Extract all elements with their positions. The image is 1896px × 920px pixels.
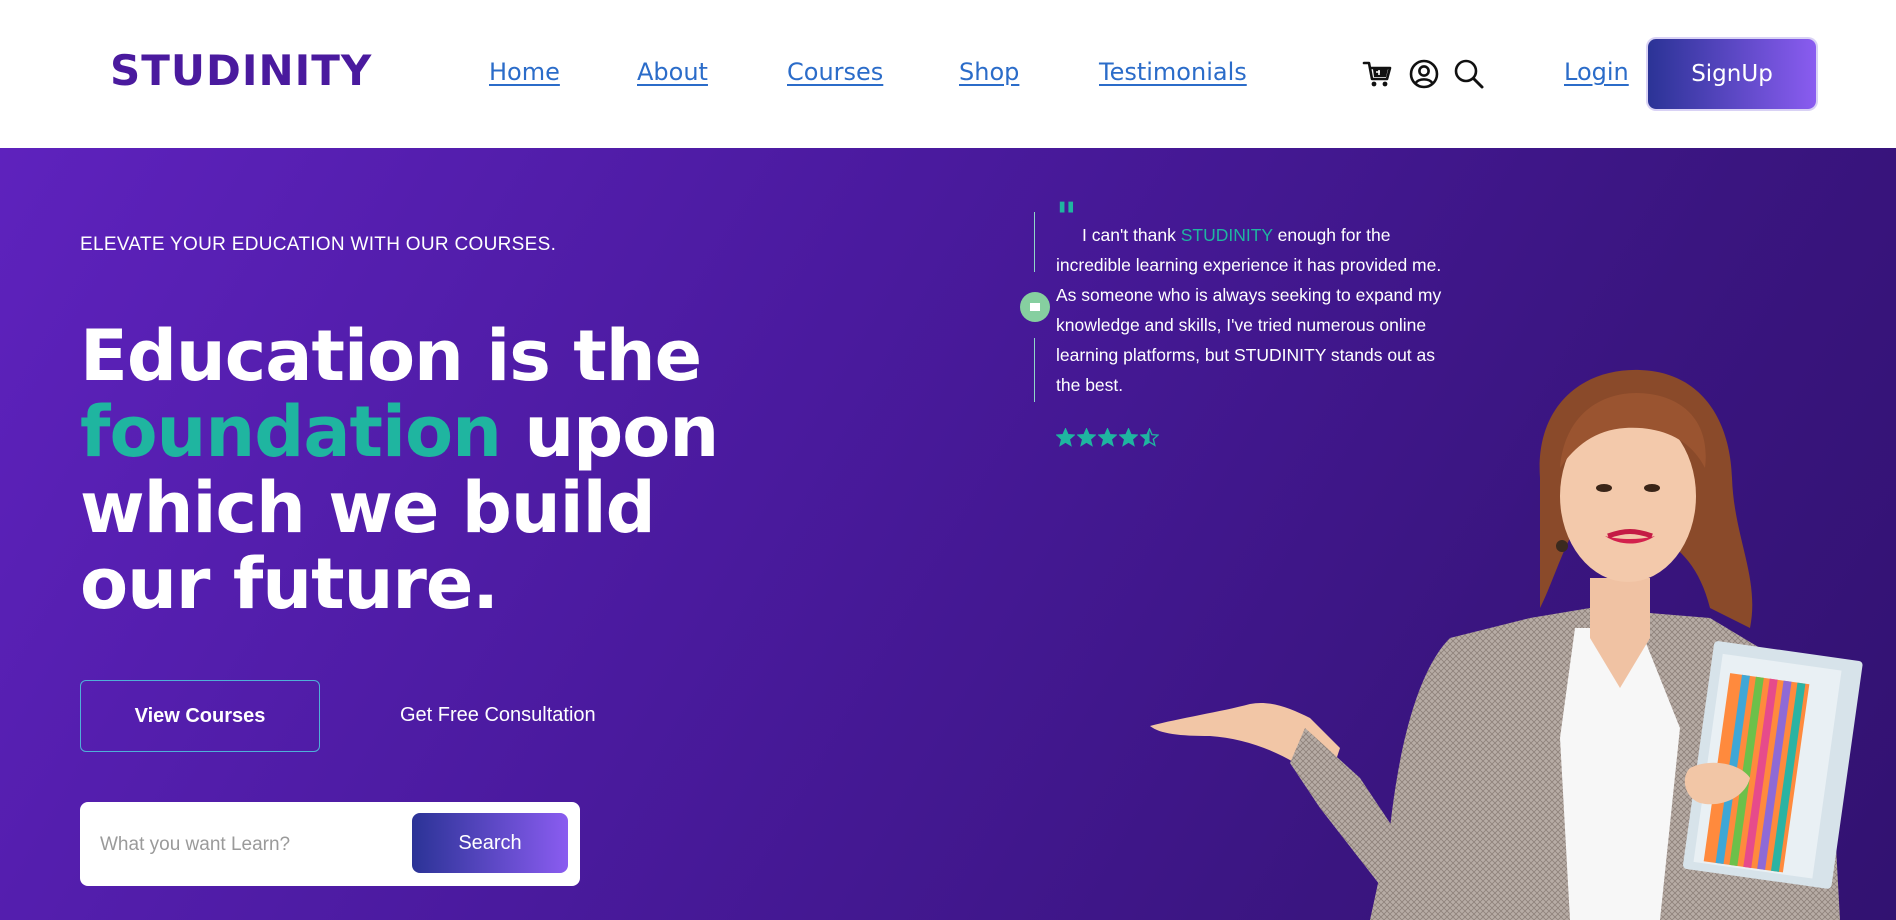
nav-link-about[interactable]: About bbox=[637, 58, 708, 86]
woman-holding-books-image bbox=[1150, 369, 1863, 920]
testimonial-brand: STUDINITY bbox=[1180, 225, 1273, 245]
user-circle-icon[interactable] bbox=[1408, 58, 1440, 90]
testimonial-divider-bottom bbox=[1034, 338, 1035, 402]
hero-headline: Education is the foundation upon which w… bbox=[80, 318, 800, 622]
signup-button[interactable]: SignUp bbox=[1648, 39, 1816, 109]
headline-text-1: Education is the bbox=[80, 315, 702, 397]
testimonial-text-before: I can't thank bbox=[1082, 225, 1176, 245]
logo[interactable]: STUDINITY bbox=[110, 46, 372, 95]
course-search-input[interactable] bbox=[98, 824, 402, 866]
search-icon[interactable] bbox=[1453, 58, 1485, 90]
nav-link-home[interactable]: Home bbox=[489, 58, 560, 86]
search-button[interactable]: Search bbox=[412, 813, 568, 873]
star-icon bbox=[1077, 428, 1096, 447]
hero-tagline: ELEVATE YOUR EDUCATION WITH OUR COURSES. bbox=[80, 234, 557, 255]
navbar: STUDINITY Home About Courses Shop Testim… bbox=[0, 0, 1896, 148]
nav-link-courses[interactable]: Courses bbox=[787, 58, 883, 86]
testimonial-divider-top bbox=[1034, 212, 1035, 272]
course-search-box: Search bbox=[80, 802, 580, 886]
star-icon bbox=[1098, 428, 1117, 447]
free-consultation-link[interactable]: Get Free Consultation bbox=[400, 704, 596, 727]
view-courses-button[interactable]: View Courses bbox=[80, 680, 320, 752]
testimonial-avatar-dot bbox=[1020, 292, 1050, 322]
headline-accent: foundation bbox=[80, 391, 502, 473]
login-link[interactable]: Login bbox=[1564, 58, 1629, 86]
star-icon bbox=[1056, 428, 1075, 447]
cart-icon[interactable] bbox=[1362, 58, 1394, 90]
nav-link-shop[interactable]: Shop bbox=[959, 58, 1019, 86]
hero-section: ELEVATE YOUR EDUCATION WITH OUR COURSES.… bbox=[0, 148, 1896, 920]
nav-link-testimonials[interactable]: Testimonials bbox=[1099, 58, 1247, 86]
